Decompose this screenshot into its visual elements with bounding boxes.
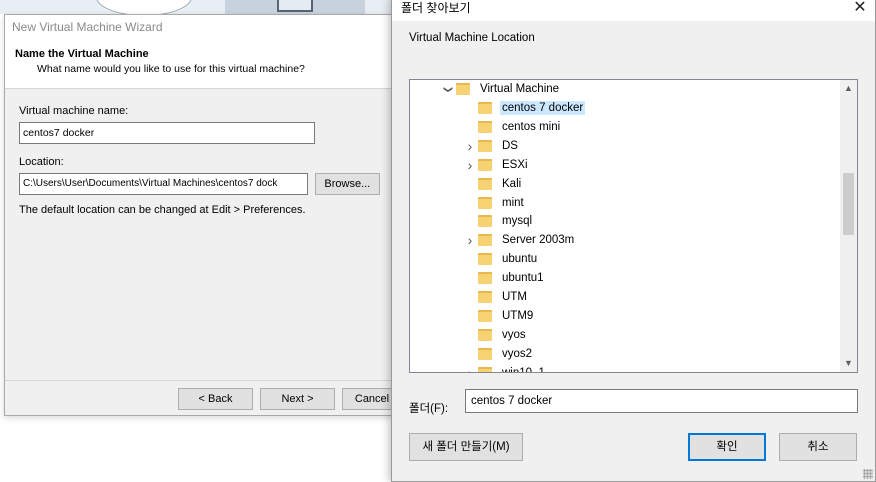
chevron-right-icon[interactable]: › [462, 232, 478, 248]
tree-item-label: win10_1 [502, 366, 545, 373]
folder-dialog-title: 폴더 찾아보기 [401, 1, 471, 15]
vm-name-input[interactable]: centos7 docker [19, 122, 315, 144]
location-input[interactable]: C:\Users\User\Documents\Virtual Machines… [19, 173, 308, 195]
tree-scrollbar[interactable]: ▲ ▼ [840, 80, 857, 372]
wizard-header: Name the Virtual Machine What name would… [5, 39, 394, 89]
tree-item[interactable]: › win10_1 [462, 364, 547, 373]
folder-icon [478, 291, 492, 303]
tree-item-label: UTM [502, 291, 527, 303]
tree-item-label: ESXi [502, 158, 528, 171]
tree-item[interactable]: centos 7 docker [462, 99, 586, 117]
folder-icon [478, 272, 492, 285]
folder-dialog-titlebar: 폴더 찾아보기 ✕ [392, 0, 875, 21]
folder-icon [478, 253, 492, 266]
tree-item[interactable]: mysql [462, 212, 534, 230]
chevron-right-icon[interactable]: › [462, 365, 478, 372]
folder-icon [478, 177, 492, 190]
tree-row-parent[interactable]: ❯ Virtual Machine [440, 80, 561, 98]
tree-item[interactable]: Kali [462, 175, 523, 193]
folder-name-input[interactable]: centos 7 docker [465, 389, 858, 413]
wizard-footer: < Back Next > Cancel [5, 380, 402, 415]
folder-icon [456, 83, 470, 95]
folder-icon [478, 328, 492, 341]
chevron-down-icon[interactable]: ❯ [443, 81, 454, 97]
folder-icon [478, 158, 492, 171]
tree-item-label: mysql [502, 215, 533, 228]
tree-item-label: vyos [502, 328, 526, 341]
folder-cancel-button[interactable]: 취소 [779, 433, 857, 461]
tree-item-label: centos 7 docker [500, 101, 586, 115]
folder-icon [478, 120, 492, 133]
vm-name-label: Virtual machine name: [19, 105, 129, 117]
folder-icon [478, 196, 492, 209]
wizard-header-title: Name the Virtual Machine [15, 48, 149, 60]
tree-item-label: centos mini [502, 120, 561, 133]
folder-icon [478, 309, 492, 322]
tree-item[interactable]: mint [462, 194, 526, 212]
tree-item[interactable]: ubuntu [462, 250, 539, 268]
tree-item-label: DS [502, 139, 518, 152]
new-vm-wizard-dialog: New Virtual Machine Wizard Name the Virt… [4, 14, 402, 416]
wizard-body: Virtual machine name: centos7 docker Loc… [5, 89, 394, 216]
location-hint: The default location can be changed at E… [19, 204, 306, 216]
resize-grip[interactable] [863, 469, 873, 479]
ok-button[interactable]: 확인 [688, 433, 766, 461]
tree-item-label: mint [502, 196, 524, 209]
folder-icon [478, 234, 492, 247]
tree-item[interactable]: › Server 2003m [462, 231, 576, 249]
tree-item[interactable]: centos mini [462, 118, 562, 136]
tree-item-label: Server 2003m [502, 234, 575, 247]
back-button[interactable]: < Back [178, 388, 253, 410]
tree-item[interactable]: UTM [462, 288, 529, 306]
folder-icon [478, 139, 492, 152]
new-folder-button[interactable]: 새 폴더 만들기(M) [409, 433, 523, 461]
tree-item[interactable]: › ESXi [462, 156, 530, 174]
folder-icon [478, 215, 492, 228]
tree-item-label: Kali [502, 177, 522, 190]
tree-item-label: ubuntu1 [502, 272, 544, 285]
tree-item-label: Virtual Machine [480, 83, 560, 95]
background-area [0, 416, 395, 482]
tree-item[interactable]: › DS [462, 137, 520, 155]
wizard-header-subtitle: What name would you like to use for this… [37, 63, 305, 75]
close-icon[interactable]: ✕ [845, 0, 875, 19]
chevron-right-icon[interactable]: › [462, 138, 478, 154]
folder-tree[interactable]: ❯ Virtual Machine centos 7 docker centos … [409, 79, 858, 373]
folder-dialog-description: Virtual Machine Location [409, 32, 535, 44]
tree-item-label: ubuntu [502, 253, 538, 266]
tree-item[interactable]: ubuntu1 [462, 269, 546, 287]
browse-folder-dialog: 폴더 찾아보기 ✕ Virtual Machine Location ❯ Vir… [391, 0, 876, 482]
folder-icon [478, 366, 492, 372]
folder-icon [478, 102, 492, 114]
tree-item[interactable]: UTM9 [462, 307, 535, 325]
tree-item[interactable]: vyos [462, 326, 528, 344]
next-button[interactable]: Next > [260, 388, 335, 410]
scroll-down-icon[interactable]: ▼ [840, 355, 857, 372]
folder-label: 폴더(F): [409, 403, 449, 415]
folder-icon [478, 347, 492, 360]
chevron-right-icon[interactable]: › [462, 157, 478, 173]
scroll-up-icon[interactable]: ▲ [840, 80, 857, 97]
location-row: C:\Users\User\Documents\Virtual Machines… [19, 173, 380, 195]
wizard-titlebar: New Virtual Machine Wizard [5, 15, 394, 39]
browse-button[interactable]: Browse... [314, 173, 380, 195]
location-label: Location: [19, 156, 64, 168]
tree-item[interactable]: vyos2 [462, 345, 534, 363]
tree-item-label: UTM9 [502, 309, 534, 322]
tree-item-label: vyos2 [502, 347, 533, 360]
scroll-thumb[interactable] [843, 173, 854, 235]
